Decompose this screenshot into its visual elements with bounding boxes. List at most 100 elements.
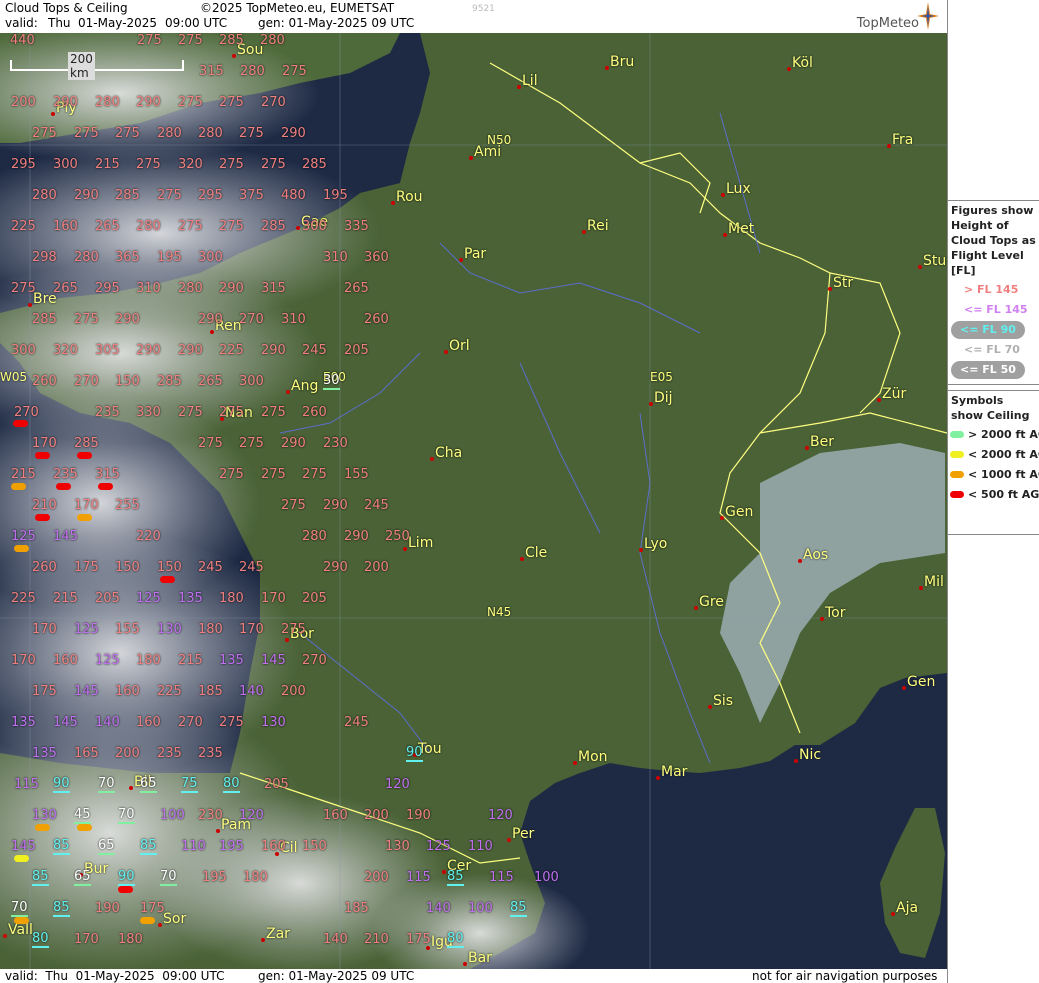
city-label-lyo[interactable]: Lyo [644,536,667,552]
city-label-ami[interactable]: Ami [474,144,501,160]
cloud-top-value: 255 [115,498,140,513]
cloud-top-value: 275 [219,467,244,482]
city-label-aja[interactable]: Aja [896,900,918,916]
cloud-top-value: 290 [281,126,306,141]
cloud-top-value: 140 [426,901,451,916]
cloud-top-value: 165 [74,746,99,761]
city-label-aos[interactable]: Aos [803,547,828,563]
cloud-top-value: 85 [510,900,527,917]
city-label-gen[interactable]: Gen [907,674,935,690]
city-label-met[interactable]: Met [728,221,754,237]
ceiling-symbol [98,483,113,490]
city-marker [919,586,923,590]
city-label-zür[interactable]: Zür [882,386,906,402]
city-label-rei[interactable]: Rei [587,218,609,234]
city-label-ber[interactable]: Ber [810,434,834,450]
cloud-top-value: 195 [157,250,182,265]
cloud-top-value: 310 [281,312,306,327]
city-label-gre[interactable]: Gre [699,594,724,610]
city-label-mon[interactable]: Mon [578,749,608,765]
city-label-lim[interactable]: Lim [408,535,433,551]
city-marker [463,962,467,966]
cloud-top-value: 215 [178,653,203,668]
city-label-tor[interactable]: Tor [825,605,846,621]
city-label-sis[interactable]: Sis [713,693,733,709]
city-label-vall[interactable]: Vall [8,922,33,938]
cloud-top-value: 135 [11,715,36,730]
city-marker [469,156,473,160]
city-label-cha[interactable]: Cha [435,445,462,461]
cloud-top-value: 275 [136,157,161,172]
cloud-top-value: 75 [181,776,198,793]
cloud-top-value: 170 [261,591,286,606]
cloud-top-value: 175 [32,684,57,699]
ceiling-legend-label: < 1000 ft AGL [968,468,1039,481]
cloud-top-value: 275 [115,126,140,141]
city-label-lil[interactable]: Lil [522,73,538,89]
city-label-str[interactable]: Str [833,275,853,291]
cloud-top-value: 160 [53,219,78,234]
cloud-top-value: 150 [157,560,182,575]
city-label-dij[interactable]: Dij [654,390,673,406]
cloud-top-value: 300 [239,374,264,389]
cloud-top-value: 275 [281,498,306,513]
city-label-par[interactable]: Par [464,246,486,262]
city-label-ang[interactable]: Ang [291,378,318,394]
compass-star-icon [917,2,939,30]
topmeteo-logo[interactable]: TopMeteo [849,2,939,32]
city-label-gen[interactable]: Gen [725,504,753,520]
cloud-top-value: 85 [53,900,70,917]
cloud-top-value: 285 [219,33,244,48]
city-marker [520,557,524,561]
grid-label-w05: W05 [0,370,28,384]
cloud-top-value: 260 [32,374,57,389]
ceiling-symbol [77,824,92,831]
city-label-köl[interactable]: Köl [792,55,813,71]
city-label-per[interactable]: Per [512,826,534,842]
city-marker [3,934,7,938]
city-label-mar[interactable]: Mar [661,764,687,780]
city-label-sor[interactable]: Sor [163,911,186,927]
city-label-stu[interactable]: Stu [923,253,946,269]
city-label-rou[interactable]: Rou [396,189,423,205]
city-label-orl[interactable]: Orl [449,338,470,354]
ceiling-legend-item: > 2000 ft AGL [948,425,1039,445]
cloud-top-value: 70 [118,807,135,824]
city-label-nic[interactable]: Nic [799,747,821,763]
cloud-top-value: 120 [385,777,410,792]
cloud-top-value: 70 [98,776,115,793]
footer-gen: gen: 01-May-2025 09 UTC [258,969,415,983]
cloud-top-value: 140 [239,684,264,699]
city-marker [296,226,300,230]
ceiling-symbol [35,514,50,521]
cloud-top-value: 130 [157,622,182,637]
cloud-top-value: 235 [198,746,223,761]
cloud-top-value: 275 [261,467,286,482]
cloud-top-value: 65 [74,869,91,886]
satellite-map[interactable]: 200 km N50 E00 E05 N45 W05 Sou Bru Köl Lil Ply Am… [0,33,947,969]
city-label-fra[interactable]: Fra [892,132,913,148]
cloud-top-value: 225 [11,591,36,606]
cloud-top-value: 230 [323,436,348,451]
city-label-mil[interactable]: Mil [924,574,944,590]
cloud-top-value: 145 [74,684,99,699]
cloud-top-value: 180 [243,870,268,885]
cloud-top-value: 85 [447,869,464,886]
cloud-top-value: 65 [98,838,115,855]
city-label-lux[interactable]: Lux [726,181,751,197]
cloud-top-value: 290 [136,343,161,358]
cloud-top-value: 175 [140,901,165,916]
cloud-top-value: 45 [74,807,91,824]
cloud-top-value: 275 [32,126,57,141]
city-label-cle[interactable]: Cle [525,545,547,561]
city-label-zar[interactable]: Zar [266,926,290,942]
city-label-bru[interactable]: Bru [610,54,634,70]
cloud-top-value: 90 [53,776,70,793]
city-label-bar[interactable]: Bar [468,950,492,966]
city-marker [210,330,214,334]
cloud-top-value: 130 [261,715,286,730]
city-marker [158,923,162,927]
ceiling-legend-swatch [950,451,964,458]
cloud-top-value: 80 [32,931,49,948]
cloud-top-value: 280 [178,281,203,296]
